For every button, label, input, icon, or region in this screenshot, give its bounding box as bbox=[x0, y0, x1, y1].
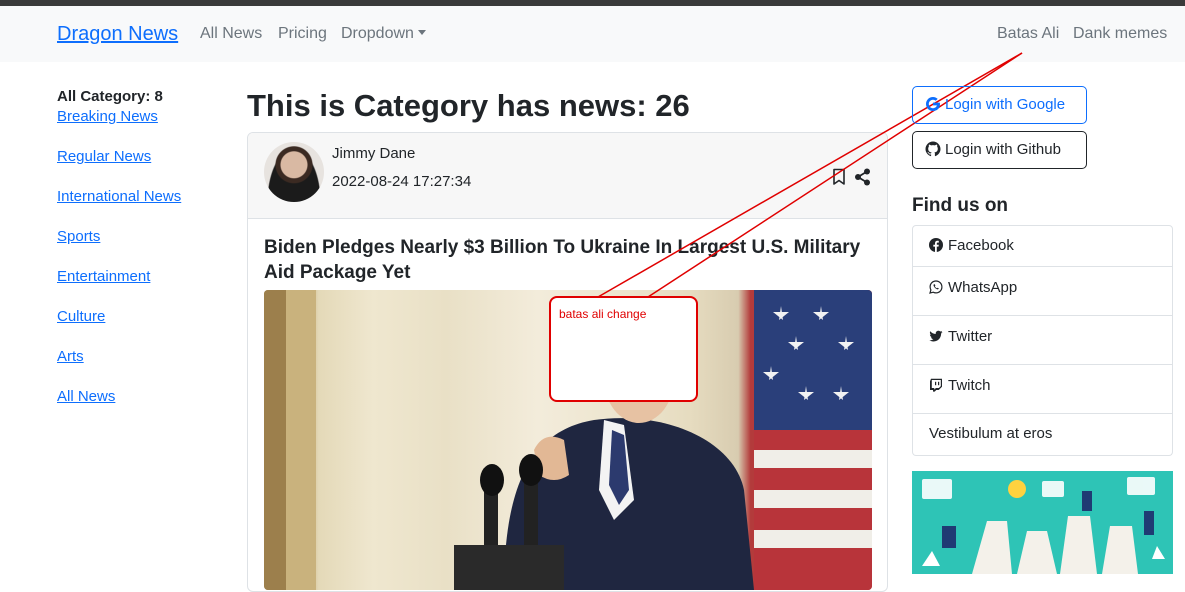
annotation-text: batas ali change bbox=[559, 307, 647, 321]
github-icon bbox=[925, 141, 941, 157]
social-label: Vestibulum at eros bbox=[929, 425, 1053, 442]
category-link[interactable]: Entertainment bbox=[57, 267, 227, 307]
nav-all-news[interactable]: All News bbox=[200, 25, 262, 43]
news-title[interactable]: Biden Pledges Nearly $3 Billion To Ukrai… bbox=[264, 235, 874, 285]
share-icon[interactable] bbox=[854, 168, 871, 186]
login-github-label: Login with Github bbox=[945, 141, 1061, 158]
caret-down-icon bbox=[417, 30, 426, 35]
social-vestibulum[interactable]: Vestibulum at eros bbox=[912, 414, 1173, 456]
twitter-icon bbox=[929, 330, 943, 342]
social-label: Facebook bbox=[948, 237, 1014, 254]
social-whatsapp[interactable]: WhatsApp bbox=[912, 267, 1173, 316]
promo-image bbox=[912, 471, 1173, 574]
published-date: 2022-08-24 17:27:34 bbox=[332, 173, 472, 190]
social-twitch[interactable]: Twitch bbox=[912, 365, 1173, 414]
category-link[interactable]: Culture bbox=[57, 307, 227, 347]
category-link[interactable]: International News bbox=[57, 187, 227, 227]
navbar: Dragon News All News Pricing Dropdown Ba… bbox=[0, 6, 1185, 62]
page-title: This is Category has news: 26 bbox=[247, 88, 690, 123]
nav-dropdown[interactable]: Dropdown bbox=[341, 25, 426, 43]
category-link[interactable]: Breaking News bbox=[57, 107, 227, 147]
login-github-button[interactable]: Login with Github bbox=[912, 131, 1087, 169]
facebook-icon bbox=[929, 238, 943, 252]
social-facebook[interactable]: Facebook bbox=[912, 225, 1173, 267]
bookmark-icon[interactable] bbox=[831, 168, 847, 186]
author-name: Jimmy Dane bbox=[332, 145, 416, 162]
social-list: Facebook WhatsApp Twitter Twitch Vestibu… bbox=[912, 225, 1173, 456]
social-twitter[interactable]: Twitter bbox=[912, 316, 1173, 365]
category-link[interactable]: All News bbox=[57, 387, 227, 427]
author-avatar bbox=[264, 142, 324, 202]
category-sidebar: All Category: 8 Breaking News Regular Ne… bbox=[57, 88, 227, 427]
category-link[interactable]: Regular News bbox=[57, 147, 227, 187]
find-us-title: Find us on bbox=[912, 195, 1009, 216]
login-google-label: Login with Google bbox=[945, 96, 1066, 113]
news-card-header: Jimmy Dane 2022-08-24 17:27:34 bbox=[248, 133, 887, 219]
brand-illustration bbox=[912, 471, 1173, 574]
annotation-callout: batas ali change bbox=[549, 296, 698, 402]
social-label: Twitch bbox=[948, 377, 991, 394]
social-label: WhatsApp bbox=[948, 279, 1018, 296]
twitch-icon bbox=[930, 378, 942, 392]
nav-user-link[interactable]: Batas Ali bbox=[997, 25, 1059, 43]
category-link[interactable]: Arts bbox=[57, 347, 227, 387]
google-icon bbox=[926, 97, 940, 111]
login-google-button[interactable]: Login with Google bbox=[912, 86, 1087, 124]
brand-link[interactable]: Dragon News bbox=[57, 23, 178, 46]
nav-dropdown-label: Dropdown bbox=[341, 25, 414, 42]
category-count: All Category: 8 bbox=[57, 88, 163, 105]
whatsapp-icon bbox=[929, 280, 943, 294]
social-label: Twitter bbox=[948, 328, 993, 345]
nav-dank-memes[interactable]: Dank memes bbox=[1073, 25, 1167, 43]
nav-pricing[interactable]: Pricing bbox=[278, 25, 327, 43]
category-link[interactable]: Sports bbox=[57, 227, 227, 267]
